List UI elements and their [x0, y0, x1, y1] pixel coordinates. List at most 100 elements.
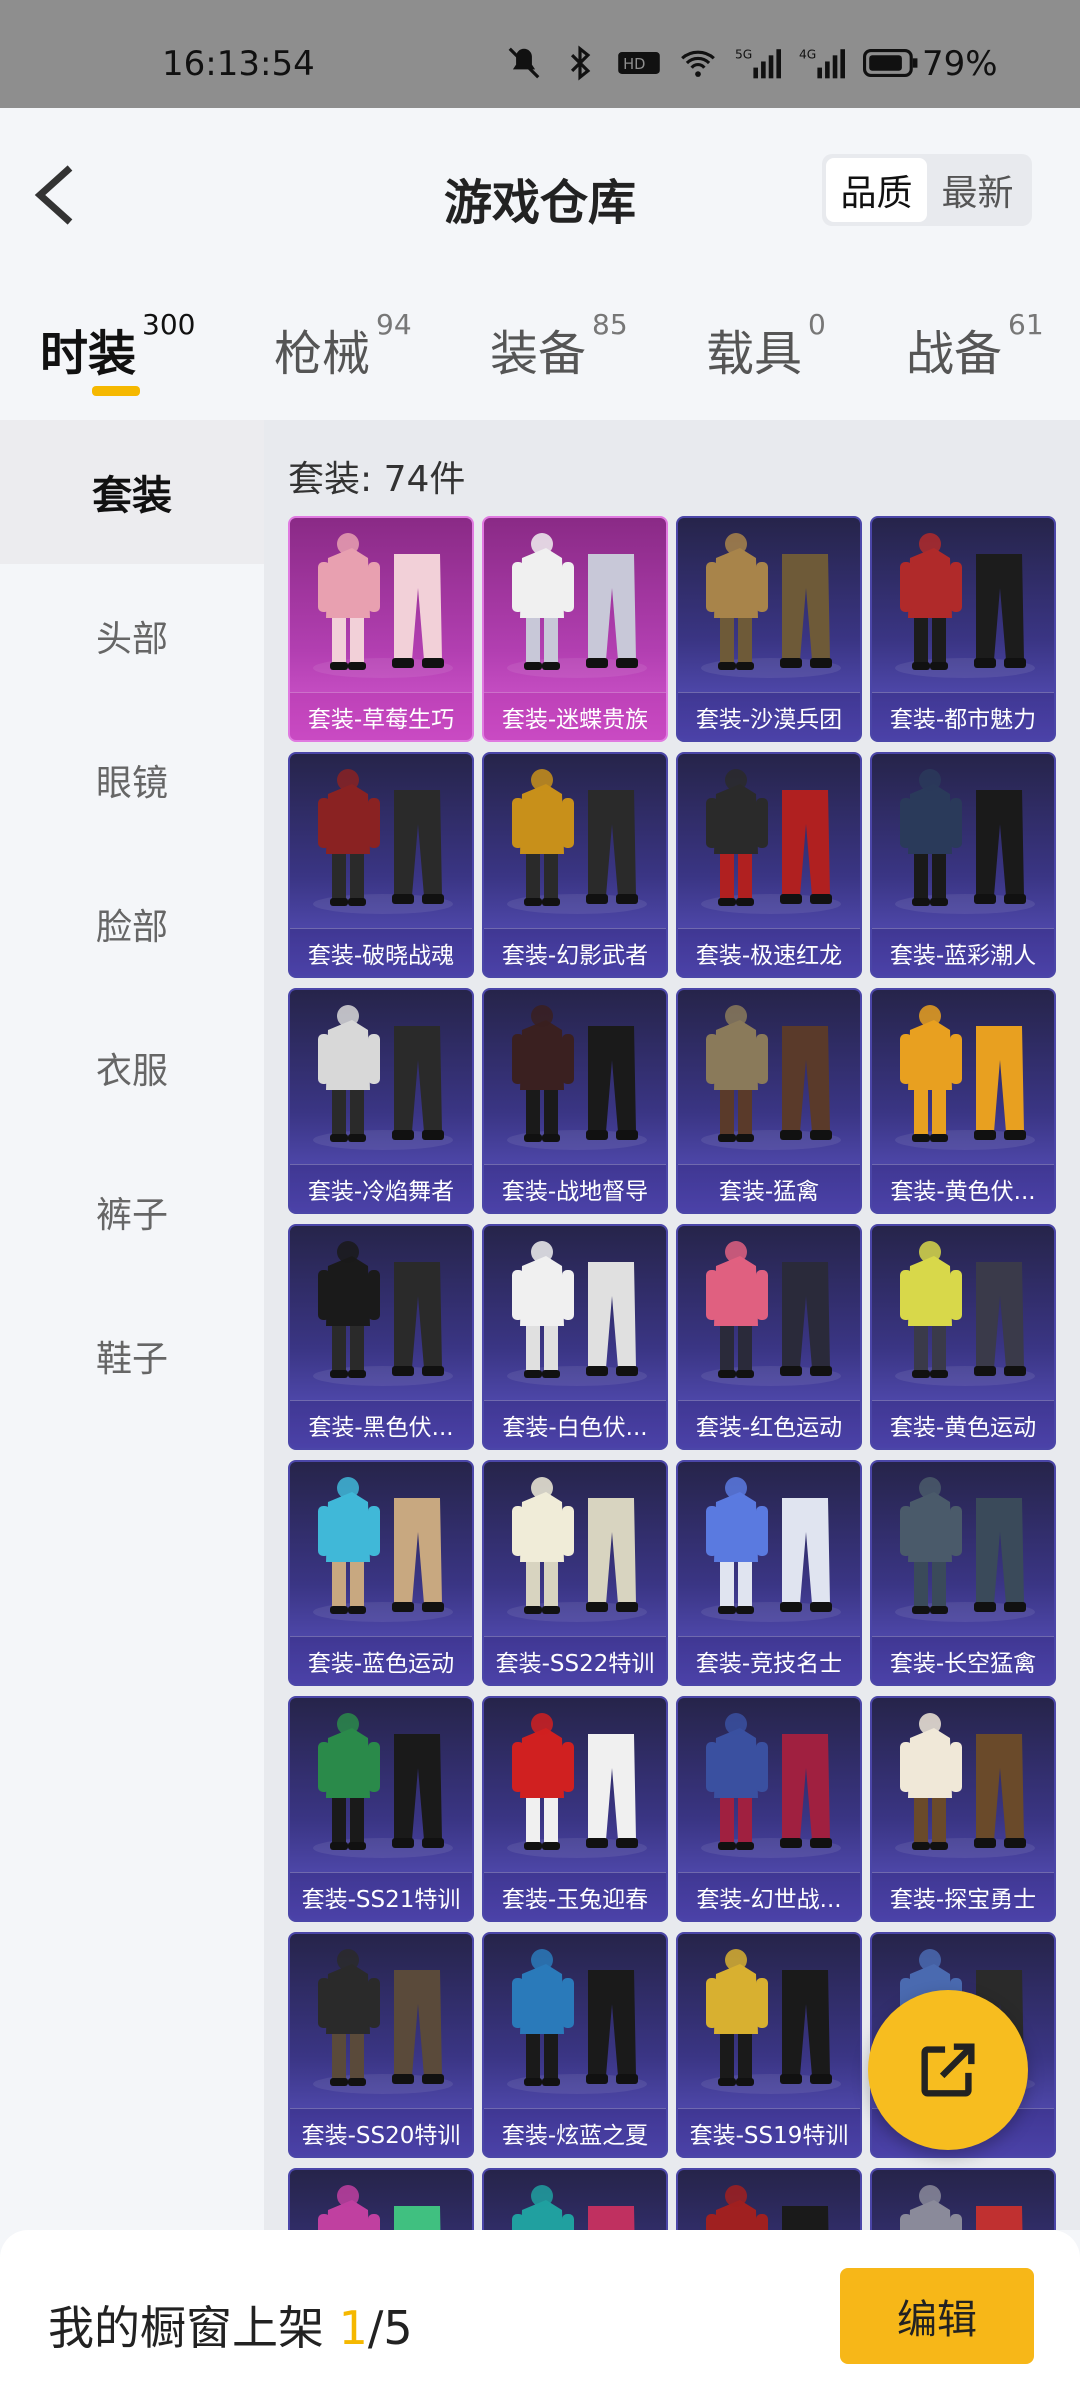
mute-icon	[508, 47, 540, 79]
shelf-current: 1	[338, 2301, 368, 2355]
tab-fashion[interactable]: 时装300	[40, 308, 195, 384]
outfit-card[interactable]: 套装-破晓战魂	[288, 752, 474, 978]
outfit-card[interactable]: 套装-探宝勇士	[870, 1696, 1056, 1922]
sidebar-item-head[interactable]: 头部	[0, 564, 264, 708]
item-count-label: 套装: 74件	[288, 459, 466, 500]
outfit-card[interactable]: 套装-竞技名士	[676, 1460, 862, 1686]
outfit-image	[701, 769, 841, 914]
edit-button[interactable]: 编辑	[840, 2268, 1034, 2364]
outfit-name: 套装-白色伏...	[484, 1400, 666, 1448]
sidebar-item-glasses[interactable]: 眼镜	[0, 708, 264, 852]
tab-guns[interactable]: 枪械94	[274, 308, 412, 384]
outfit-card[interactable]: 套装-长空猛禽	[870, 1460, 1056, 1686]
outfit-card[interactable]: 套装-都市魅力	[870, 516, 1056, 742]
outfit-name: 套装-黄色运动	[872, 1400, 1054, 1448]
outfit-name: 套装-蓝色运动	[290, 1636, 472, 1684]
outfit-name: 套装-草莓生巧	[290, 692, 472, 740]
header: 游戏仓库 品质 最新	[0, 108, 1080, 278]
outfit-image	[313, 1241, 453, 1386]
sidebar-item-shoes[interactable]: 鞋子	[0, 1284, 264, 1428]
tab-count: 0	[808, 308, 826, 341]
sidebar: 套装 头部 眼镜 脸部 衣服 裤子 鞋子	[0, 420, 264, 2230]
outfit-image	[313, 1713, 453, 1858]
outfit-name: 套装-破晓战魂	[290, 928, 472, 976]
outfit-card[interactable]: 套装-幻影武者	[482, 752, 668, 978]
outfit-name: 套装-幻世战...	[678, 1872, 860, 1920]
outfit-card[interactable]	[870, 2168, 1056, 2230]
status-icons: HD 5G 4G	[505, 44, 919, 82]
outfit-image	[507, 1713, 647, 1858]
outfit-image	[507, 1005, 647, 1150]
outfit-card[interactable]: 套装-猛禽	[676, 988, 862, 1214]
outfit-image	[318, 2185, 441, 2230]
outfit-card[interactable]	[676, 2168, 862, 2230]
outfit-card[interactable]: 套装-沙漠兵团	[676, 516, 862, 742]
outfit-name: 套装-SS22特训	[484, 1636, 666, 1684]
outfit-card[interactable]: 套装-幻世战...	[676, 1696, 862, 1922]
tab-count: 85	[592, 308, 628, 341]
tab-supplies[interactable]: 战备61	[906, 308, 1044, 384]
outfit-card[interactable]: 套装-迷蝶贵族	[482, 516, 668, 742]
tab-equipment[interactable]: 装备85	[490, 308, 628, 384]
sidebar-item-suit[interactable]: 套装	[0, 420, 264, 564]
outfit-image	[701, 1241, 841, 1386]
outfit-name: 套装-红色运动	[678, 1400, 860, 1448]
outfit-card[interactable]: 套装-玉兔迎春	[482, 1696, 668, 1922]
outfit-card[interactable]: 套装-SS21特训	[288, 1696, 474, 1922]
tab-vehicles[interactable]: 载具0	[706, 308, 826, 384]
bluetooth-icon	[570, 45, 591, 81]
outfit-card[interactable]: 套装-极速红龙	[676, 752, 862, 978]
wifi-icon	[681, 50, 715, 77]
outfit-name: 套装-SS19特训	[678, 2108, 860, 2156]
outfit-image	[701, 533, 841, 678]
sort-latest-button[interactable]: 最新	[927, 158, 1028, 222]
outfit-image	[507, 769, 647, 914]
share-button[interactable]	[868, 1990, 1028, 2150]
outfit-card[interactable]: 套装-SS20特训	[288, 1932, 474, 2158]
outfit-image	[701, 1477, 841, 1622]
outfit-image	[895, 1477, 1035, 1622]
outfit-card[interactable]	[288, 2168, 474, 2230]
outfit-image	[895, 1241, 1035, 1386]
outfit-name: 套装-沙漠兵团	[678, 692, 860, 740]
outfit-image	[313, 1949, 453, 2094]
sidebar-item-pants[interactable]: 裤子	[0, 1140, 264, 1284]
outfit-card[interactable]: 套装-黄色伏...	[870, 988, 1056, 1214]
external-link-icon	[921, 2043, 975, 2097]
outfit-card[interactable]: 套装-战地督导	[482, 988, 668, 1214]
outfit-image	[900, 2185, 1023, 2230]
shelf-status: 我的橱窗上架 1/5	[48, 2292, 413, 2358]
sort-quality-button[interactable]: 品质	[826, 158, 927, 222]
outfit-name: 套装-长空猛禽	[872, 1636, 1054, 1684]
signal-5g-icon: 5G	[735, 47, 781, 79]
outfit-card[interactable]: 套装-红色运动	[676, 1224, 862, 1450]
outfit-card[interactable]: 套装-黄色运动	[870, 1224, 1056, 1450]
outfit-card[interactable]: 套装-炫蓝之夏	[482, 1932, 668, 2158]
tab-label: 装备	[490, 326, 587, 382]
item-grid: 套装-草莓生巧 套装-迷蝶贵族 套装-沙漠兵团 套装-都市魅力套装-破晓战魂 套装-幻影…	[288, 516, 1078, 2230]
outfit-image	[313, 1477, 453, 1622]
outfit-image	[512, 2185, 635, 2230]
outfit-card[interactable]: 套装-蓝彩潮人	[870, 752, 1056, 978]
sidebar-item-face[interactable]: 脸部	[0, 852, 264, 996]
svg-text:HD: HD	[623, 56, 645, 73]
outfit-card[interactable]: 套装-白色伏...	[482, 1224, 668, 1450]
battery-percent: 79%	[922, 44, 998, 84]
outfit-name: 套装-竞技名士	[678, 1636, 860, 1684]
tab-label: 战备	[906, 326, 1003, 382]
battery-icon	[863, 49, 918, 77]
outfit-card[interactable]: 套装-SS22特训	[482, 1460, 668, 1686]
outfit-card[interactable]: 套装-草莓生巧	[288, 516, 474, 742]
outfit-name: 套装-黑色伏...	[290, 1400, 472, 1448]
outfit-card[interactable]: 套装-黑色伏...	[288, 1224, 474, 1450]
svg-text:5G: 5G	[735, 47, 752, 61]
tab-count: 300	[142, 308, 196, 341]
outfit-image	[895, 1713, 1035, 1858]
outfit-card[interactable]	[482, 2168, 668, 2230]
sidebar-item-clothes[interactable]: 衣服	[0, 996, 264, 1140]
outfit-card[interactable]: 套装-冷焰舞者	[288, 988, 474, 1214]
outfit-card[interactable]: 套装-蓝色运动	[288, 1460, 474, 1686]
sort-toggle: 品质 最新	[822, 154, 1032, 226]
tab-label: 载具	[706, 326, 803, 382]
outfit-card[interactable]: 套装-SS19特训	[676, 1932, 862, 2158]
